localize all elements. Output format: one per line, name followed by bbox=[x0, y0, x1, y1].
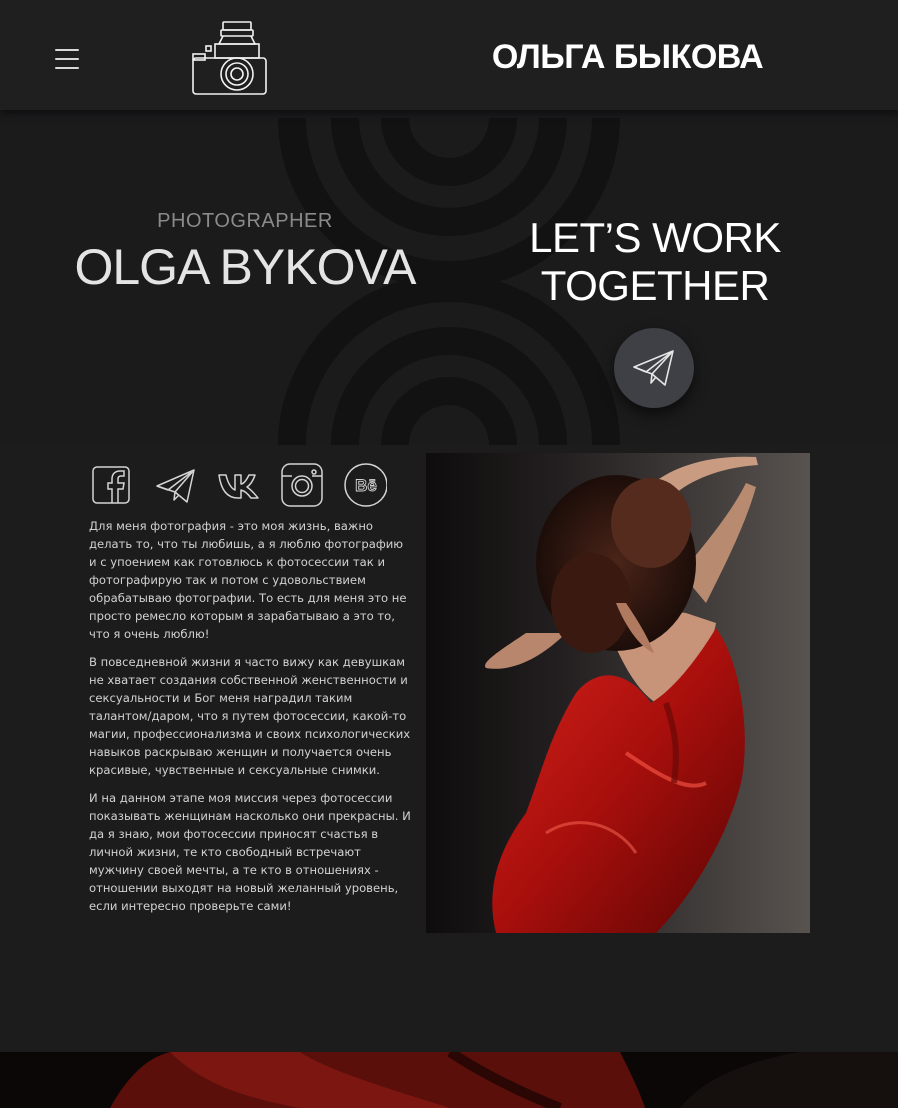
brand-title[interactable]: ОЛЬГА БЫКОВА bbox=[470, 38, 785, 77]
instagram-icon[interactable] bbox=[280, 462, 324, 508]
telegram-icon[interactable] bbox=[154, 462, 198, 508]
portrait-photo bbox=[426, 453, 810, 933]
about-paragraph-2: В повседневной жизни я часто вижу как де… bbox=[89, 655, 411, 777]
telegram-send-icon bbox=[633, 350, 674, 386]
hamburger-menu-icon[interactable] bbox=[55, 49, 79, 71]
about-paragraph-1: Для меня фотография - это моя жизнь, важ… bbox=[89, 519, 407, 641]
hero-name: OLGA BYKOVA bbox=[74, 239, 416, 295]
cta-line-2: TOGETHER bbox=[540, 262, 770, 309]
vk-icon[interactable] bbox=[217, 462, 261, 508]
cta-line-1: LET’S WORK bbox=[529, 214, 781, 261]
telegram-contact-button[interactable] bbox=[614, 328, 694, 408]
about-paragraph-3: И на данном этапе моя миссия через фотос… bbox=[89, 791, 411, 913]
site-header: ОЛЬГА БЫКОВА bbox=[0, 0, 898, 110]
hero-section: PHOTOGRAPHER OLGA BYKOVA LET’S WORK TOGE… bbox=[0, 110, 898, 445]
facebook-icon[interactable] bbox=[90, 462, 134, 508]
hero-cta-heading: LET’S WORK TOGETHER bbox=[505, 214, 805, 310]
next-section-preview bbox=[0, 1052, 898, 1108]
camera-icon[interactable] bbox=[190, 20, 270, 98]
about-text: Для меня фотография - это моя жизнь, важ… bbox=[89, 517, 414, 925]
behance-glyph: Bē bbox=[355, 476, 377, 495]
social-links: Bē bbox=[90, 462, 400, 510]
hero-role: PHOTOGRAPHER bbox=[157, 210, 333, 232]
behance-icon[interactable]: Bē bbox=[343, 462, 387, 508]
